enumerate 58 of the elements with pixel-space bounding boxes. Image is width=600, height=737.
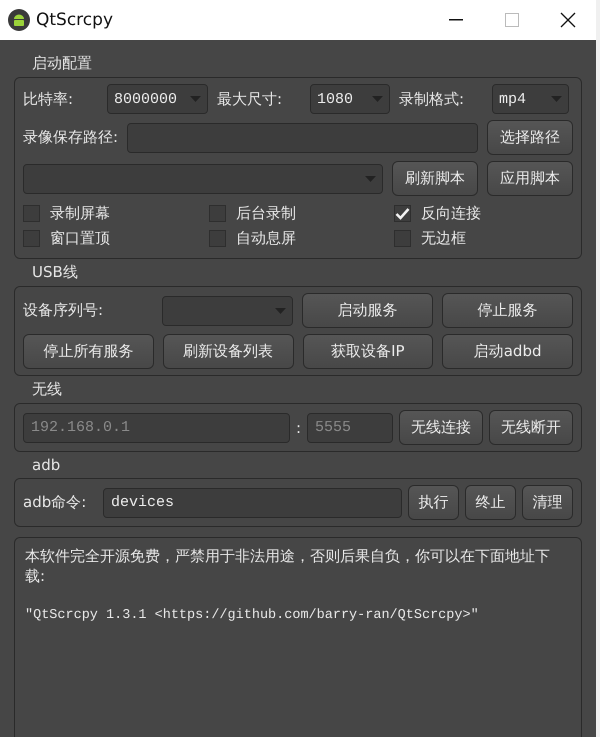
dropdown-arrow-icon <box>372 96 383 102</box>
path-field[interactable] <box>127 122 478 152</box>
checkbox-label: 自动息屏 <box>236 229 296 248</box>
wireless-button[interactable]: 无线连接 <box>399 410 483 445</box>
field-label: 最大尺寸: <box>217 90 284 108</box>
dropdown-arrow-icon <box>365 176 376 182</box>
checkbox[interactable] <box>23 205 40 222</box>
checkbox-label: 反向连接 <box>421 204 481 223</box>
usb-button[interactable]: 停止所有服务 <box>23 334 154 369</box>
script-button[interactable]: 应用脚本 <box>487 161 573 196</box>
android-logo-icon <box>8 9 30 31</box>
field-label: 录制格式: <box>399 90 466 108</box>
field-label: 设备序列号: <box>23 301 104 320</box>
checkbox-label: 无边框 <box>421 229 466 248</box>
usb-button[interactable]: 刷新设备列表 <box>162 334 294 369</box>
usb-button[interactable]: 获取设备IP <box>302 334 434 369</box>
wireless-button[interactable]: 无线断开 <box>489 410 573 445</box>
choose-path-button[interactable]: 选择路径 <box>487 120 573 155</box>
adb-button[interactable]: 终止 <box>465 485 516 520</box>
download-text: "QtScrcpy 1.3.1 <https://github.com/barry-ran/QtScrcpy>" <box>25 607 480 625</box>
checkbox[interactable] <box>394 205 411 222</box>
checkbox-label: 后台录制 <box>236 204 296 223</box>
section-title: 无线 <box>32 380 62 399</box>
device-dropdown[interactable] <box>162 296 293 326</box>
checkbox-label: 录制屏幕 <box>50 204 110 223</box>
script-dropdown[interactable] <box>23 164 383 194</box>
checkbox[interactable] <box>209 205 226 222</box>
ip-field[interactable]: 192.168.0.1 <box>23 412 290 442</box>
window-title: QtScrcpy <box>36 10 114 30</box>
checkbox-label: 窗口置顶 <box>50 229 110 248</box>
minimize-icon[interactable] <box>449 19 463 21</box>
adb-button[interactable]: 执行 <box>408 485 459 520</box>
field-label: 录像保存路径: <box>23 128 118 147</box>
close-icon[interactable] <box>560 12 576 28</box>
field-label: adb命令: <box>23 493 88 512</box>
dropdown-arrow-icon <box>275 308 286 314</box>
checkbox[interactable] <box>23 230 40 247</box>
separator-colon: : <box>296 418 301 436</box>
usb-button[interactable]: 启动adbd <box>442 334 573 369</box>
field-label: 比特率: <box>23 90 74 108</box>
adb-command-field[interactable]: devices <box>103 488 402 518</box>
usb-button[interactable]: 启动服务 <box>302 293 433 328</box>
checkbox[interactable] <box>394 230 411 247</box>
section-title: adb <box>32 456 60 474</box>
adb-button[interactable]: 清理 <box>522 485 573 520</box>
notice-text: 本软件完全开源免费，严禁用于非法用途，否则后果自负，你可以在下面地址下载: <box>25 546 551 586</box>
maximize-icon[interactable] <box>505 13 519 27</box>
script-button[interactable]: 刷新脚本 <box>392 161 478 196</box>
dropdown-arrow-icon <box>190 96 201 102</box>
checkbox[interactable] <box>209 230 226 247</box>
dropdown-arrow-icon <box>551 96 562 102</box>
usb-button[interactable]: 停止服务 <box>442 293 573 328</box>
port-field[interactable]: 5555 <box>307 412 393 442</box>
dropdown[interactable]: 1080 <box>310 84 390 114</box>
dropdown[interactable]: 8000000 <box>107 84 208 114</box>
section-title: USB线 <box>32 263 78 282</box>
section-title: 启动配置 <box>32 54 92 73</box>
dropdown[interactable]: mp4 <box>492 84 569 114</box>
